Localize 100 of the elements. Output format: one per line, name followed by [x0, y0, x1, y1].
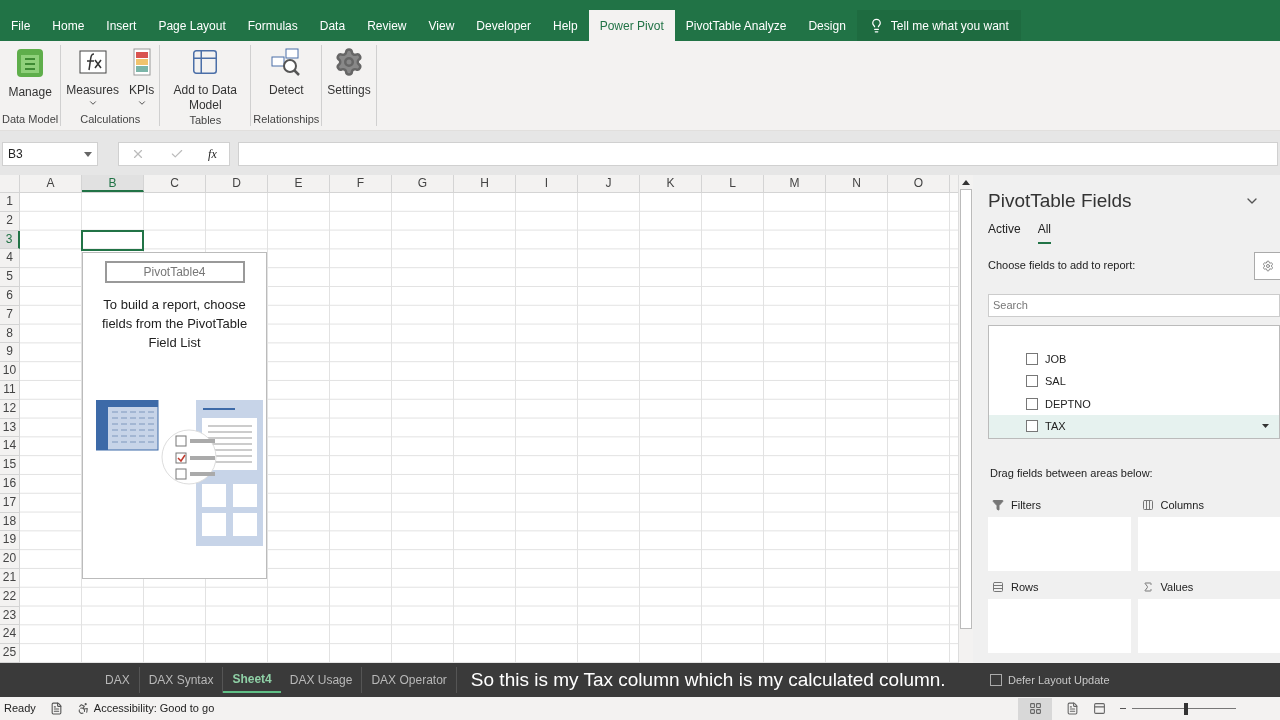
ribbon-tab[interactable]: File	[0, 10, 42, 41]
function-icon	[77, 47, 108, 77]
scroll-up-icon[interactable]	[962, 180, 970, 185]
group-label: Calculations	[80, 112, 141, 126]
filter-icon	[992, 499, 1004, 511]
formula-field[interactable]	[238, 142, 1278, 166]
page-layout-icon[interactable]	[1066, 702, 1079, 715]
ribbon-button[interactable]: Add to Data Model	[162, 45, 249, 113]
column-header[interactable]: O	[888, 175, 950, 192]
row-header[interactable]: 25	[0, 644, 20, 663]
column-header[interactable]: L	[702, 175, 764, 192]
sheet-tab[interactable]: DAX Operator	[362, 667, 457, 693]
checkbox[interactable]	[990, 674, 1002, 686]
sheet-tab[interactable]: Sheet4	[223, 667, 281, 693]
ribbon-tab[interactable]: View	[417, 10, 466, 41]
column-header[interactable]: E	[268, 175, 330, 192]
pane-title: PivotTable Fields	[988, 189, 1132, 213]
kpi-icon	[131, 47, 152, 77]
ribbon-button[interactable]: Manage	[5, 45, 55, 112]
area-label: Rows	[1011, 579, 1039, 595]
page-break-icon[interactable]	[1093, 702, 1106, 715]
column-header[interactable]: K	[640, 175, 702, 192]
row-header[interactable]: 1	[0, 193, 20, 212]
defer-label: Defer Layout Update	[1008, 672, 1110, 688]
data-model-icon	[15, 47, 46, 79]
ribbon-button[interactable]: Measures	[63, 45, 122, 112]
insert-function-button[interactable]: fx	[208, 145, 217, 163]
gear-icon	[1261, 259, 1274, 272]
column-header[interactable]: H	[454, 175, 516, 192]
sheet-tab[interactable]: DAX Usage	[280, 667, 363, 693]
checkbox[interactable]	[1026, 352, 1038, 365]
area-label: Values	[1160, 579, 1194, 595]
ribbon-tab[interactable]: Data	[308, 10, 357, 41]
row-header[interactable]: 15	[0, 456, 20, 475]
row-header[interactable]: 24	[0, 625, 20, 645]
ribbon-tab[interactable]: Review	[356, 10, 418, 41]
field-item[interactable]: SAL	[989, 370, 1279, 393]
ribbon-button[interactable]: Settings	[324, 45, 374, 126]
row-header[interactable]: 20	[0, 550, 20, 569]
column-header[interactable]: B	[82, 175, 144, 192]
rows-icon	[992, 581, 1004, 593]
ribbon-tab[interactable]: Developer	[465, 10, 542, 41]
column-header[interactable]: D	[206, 175, 268, 192]
checkbox[interactable]	[1026, 397, 1038, 410]
accessibility-icon[interactable]	[76, 702, 90, 715]
ribbon-tab[interactable]: PivotTable Analyze	[674, 10, 798, 41]
ribbon-tab[interactable]: Insert	[95, 10, 148, 41]
area-label: Filters	[1011, 497, 1041, 513]
ribbon-tab[interactable]: Design	[797, 10, 857, 41]
zoom-thumb[interactable]	[1184, 702, 1188, 715]
name-box[interactable]: B3	[2, 142, 98, 166]
active-cell[interactable]	[81, 229, 144, 251]
pivot-instructions: To build a report, choose fields from the PivotTable Field List	[100, 296, 249, 352]
checkbox[interactable]	[1026, 375, 1038, 388]
caret-icon	[87, 98, 98, 108]
caret-icon	[136, 98, 147, 108]
ribbon-tab[interactable]: Page Layout	[147, 10, 237, 41]
column-header[interactable]: F	[330, 175, 392, 192]
area-label: Columns	[1160, 497, 1204, 513]
row-header[interactable]: 19	[0, 531, 20, 551]
column-header[interactable]: N	[826, 175, 888, 192]
video-caption: So this is my Tax column which is my calculated column.	[470, 667, 946, 692]
drag-hint: Drag fields between areas below:	[990, 465, 1154, 481]
normal-view-button[interactable]	[1018, 697, 1052, 720]
status-text: Ready	[4, 701, 36, 717]
dropdown-icon[interactable]	[1262, 424, 1269, 429]
prompt-text: Choose fields to add to report:	[988, 258, 1136, 274]
pane-tab[interactable]: Active	[988, 219, 1021, 244]
column-header[interactable]: I	[516, 175, 578, 192]
row-header[interactable]: 4	[0, 249, 20, 269]
ribbon-tab[interactable]: Home	[41, 10, 96, 41]
column-header[interactable]: J	[578, 175, 640, 192]
sheet-tab[interactable]: DAX Syntax	[139, 667, 224, 693]
column-header[interactable]: M	[764, 175, 826, 192]
pane-tab[interactable]: All	[1037, 219, 1052, 244]
column-header[interactable]: G	[392, 175, 454, 192]
ribbon-button[interactable]: Detect	[265, 45, 307, 112]
search-field[interactable]: Search	[988, 293, 1280, 317]
field-item[interactable]: DEPTNO	[989, 392, 1279, 415]
column-header[interactable]: C	[144, 175, 206, 192]
group-label: Data Model	[2, 112, 59, 126]
row-header[interactable]: 14	[0, 437, 20, 457]
row-header[interactable]: 10	[0, 362, 20, 381]
field-item[interactable]: JOB	[989, 347, 1279, 370]
ribbon-tab[interactable]: Formulas	[236, 10, 309, 41]
sheet-tab[interactable]: DAX	[96, 667, 140, 693]
zoom-slider[interactable]	[1132, 702, 1236, 715]
row-header[interactable]: 9	[0, 343, 20, 363]
ribbon-tab[interactable]: Help	[542, 10, 589, 41]
ribbon-button[interactable]: KPIs	[125, 45, 158, 112]
field-item[interactable]: TAX	[989, 415, 1279, 438]
ribbon-tab[interactable]: Power Pivot	[588, 10, 675, 41]
scrollbar-thumb[interactable]	[960, 189, 972, 629]
tools-button[interactable]	[1254, 251, 1280, 280]
gear-icon	[334, 47, 364, 77]
row-header[interactable]: 5	[0, 268, 20, 287]
group-label: Tables	[189, 113, 222, 127]
checkbox[interactable]	[1026, 420, 1038, 433]
accessibility-status[interactable]: Accessibility: Good to go	[93, 700, 215, 717]
pivot-name-field: PivotTable4	[104, 261, 245, 283]
